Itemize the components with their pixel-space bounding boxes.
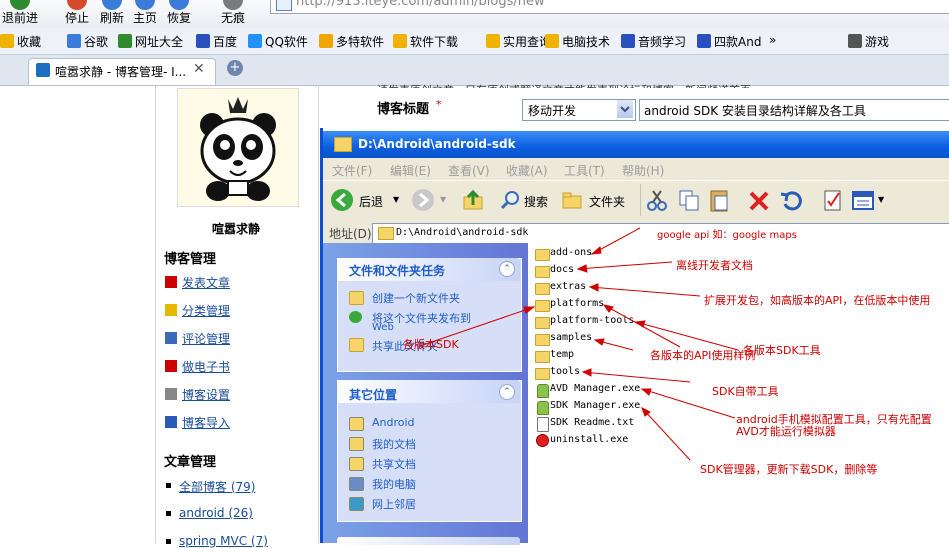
note-tools: SDK自带工具 [712, 385, 779, 398]
note-samples: 各版本的API使用样例 [650, 349, 756, 362]
note-docs: 离线开发者文档 [676, 259, 753, 272]
note-extras: 扩展开发包，如高版本的API，在低版本中使用 [704, 294, 931, 307]
note-platforms: 各版本SDK [403, 338, 459, 351]
note-google-api: google api 如：google maps [657, 230, 797, 241]
note-avd: android手机模拟配置工具，只有先配置AVD才能运行模拟器 [736, 413, 932, 438]
note-sdk-manager: SDK管理器，更新下载SDK，删除等 [700, 463, 878, 476]
